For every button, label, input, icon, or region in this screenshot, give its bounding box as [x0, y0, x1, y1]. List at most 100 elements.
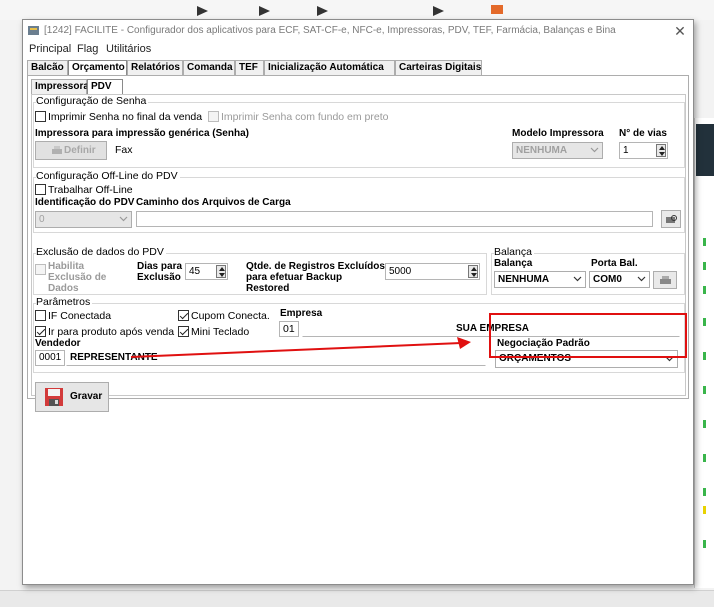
mini-teclado-checkbox[interactable] [178, 326, 189, 337]
impressora-generica-label: Impressora para impressão genérica (Senh… [35, 128, 249, 139]
caminho-arquivos-field[interactable] [136, 211, 653, 227]
imprimir-senha-final-checkbox[interactable] [35, 111, 46, 122]
tab-tef[interactable]: TEF [235, 60, 264, 75]
desktop-shortcut-icon [491, 5, 503, 14]
qtde-registros-label: Qtde. de Registros Excluídos para efetua… [246, 261, 385, 294]
dias-exclusao-label: Dias para Exclusão [137, 261, 183, 283]
status-marker [703, 318, 706, 326]
exclusao-group-title: Exclusão de dados do PDV [36, 246, 166, 258]
desktop-shortcut-icon [259, 6, 270, 16]
tab-carteiras-digitais[interactable]: Carteiras Digitais [395, 60, 482, 75]
numero-vias-label: N° de vias [619, 128, 667, 139]
tab-pdv[interactable]: PDV [87, 79, 123, 95]
printer-icon [52, 146, 62, 154]
modelo-impressora-value: NENHUMA [516, 145, 568, 156]
tab-balcao[interactable]: Balcão [27, 60, 68, 75]
annotation-arrow [130, 337, 471, 358]
status-marker [703, 238, 706, 246]
title-bar: [1242] FACILITE - Configurador dos aplic… [23, 20, 693, 42]
status-marker [703, 286, 706, 294]
impressora-generica-field[interactable]: Fax [111, 142, 507, 159]
balanca-select[interactable]: NENHUMA [494, 271, 586, 288]
identificacao-pdv-label: Identificação do PDV [35, 197, 135, 208]
imprimir-senha-fundo-checkbox[interactable] [208, 111, 219, 122]
status-marker [703, 506, 706, 514]
close-button[interactable]: ✕ [669, 21, 691, 41]
parametros-group-title: Parâmetros [36, 296, 93, 308]
dias-exclusao-value: 45 [189, 266, 201, 277]
background-dark-block [696, 124, 714, 176]
offline-group-title: Configuração Off-Line do PDV [36, 170, 180, 182]
modelo-impressora-label: Modelo Impressora [512, 128, 604, 139]
status-marker [703, 420, 706, 428]
desktop-shortcut-icon [433, 6, 444, 16]
cupom-conecta-checkbox[interactable] [178, 310, 189, 321]
dias-exclusao-spinner[interactable]: 45 [185, 263, 228, 280]
menu-bar: Principal Flag Utilitários [23, 42, 693, 58]
chevron-down-icon [573, 276, 582, 282]
status-marker [703, 454, 706, 462]
menu-principal[interactable]: Principal [29, 43, 71, 55]
tab-orcamento[interactable]: Orçamento [68, 60, 127, 76]
balanca-config-button[interactable] [653, 271, 677, 289]
imprimir-senha-fundo-label: Imprimir Senha com fundo em preto [221, 111, 389, 123]
status-marker [703, 262, 706, 270]
window-title: [1242] FACILITE - Configurador dos aplic… [44, 25, 616, 36]
configurador-window: [1242] FACILITE - Configurador dos aplic… [22, 19, 694, 585]
chevron-down-icon [119, 216, 128, 222]
porta-balanca-select[interactable]: COM0 [589, 271, 650, 288]
habilita-exclusao-checkbox[interactable] [35, 264, 46, 275]
balanca-label: Balança [494, 258, 533, 269]
desktop-shortcut-icon [317, 6, 328, 16]
empresa-code-field[interactable]: 01 [279, 321, 299, 337]
tab-comanda[interactable]: Comanda [183, 60, 235, 75]
chevron-down-icon [637, 276, 646, 282]
status-marker [703, 352, 706, 360]
senha-group-title: Configuração de Senha [36, 95, 149, 107]
porta-balanca-label: Porta Bal. [591, 258, 638, 269]
desktop-top-strip [0, 0, 714, 20]
identificacao-pdv-select[interactable]: 0 [35, 211, 132, 228]
taskbar [0, 590, 714, 607]
browse-folder-button[interactable] [661, 210, 681, 228]
app-icon [28, 26, 39, 35]
highlight-box [489, 313, 687, 358]
qtde-registros-value: 5000 [389, 266, 412, 277]
porta-balanca-value: COM0 [593, 274, 622, 285]
gravar-label: Gravar [70, 391, 103, 402]
tab-impressora[interactable]: Impressora [31, 79, 89, 94]
modelo-impressora-select[interactable]: NENHUMA [512, 142, 603, 159]
imprimir-senha-final-label: Imprimir Senha no final da venda [48, 111, 203, 123]
tab-inicializacao-automatica[interactable]: Inicialização Automática [264, 60, 395, 75]
spinner-arrows-icon[interactable] [468, 265, 478, 278]
vendedor-code-field[interactable]: 0001 [35, 350, 65, 366]
gravar-button[interactable]: Gravar [35, 382, 109, 412]
menu-utilitarios[interactable]: Utilitários [106, 43, 151, 55]
tab-relatorios[interactable]: Relatórios [127, 60, 183, 75]
floppy-disk-icon [45, 388, 63, 406]
caminho-arquivos-label: Caminho dos Arquivos de Carga [136, 197, 291, 208]
sub-tabs: Impressora PDV [31, 79, 231, 95]
menu-flag[interactable]: Flag [77, 43, 98, 55]
ir-produto-checkbox[interactable] [35, 326, 46, 337]
vendedor-label: Vendedor [35, 338, 81, 349]
balanca-group-title: Balança [494, 246, 534, 258]
status-marker [703, 386, 706, 394]
habilita-exclusao-label: Habilita Exclusão de Dados [48, 261, 107, 294]
spinner-arrows-icon[interactable] [216, 265, 226, 278]
empresa-label: Empresa [280, 308, 323, 319]
folder-search-icon [666, 215, 677, 223]
desktop-shortcut-icon [197, 6, 208, 16]
numero-vias-value: 1 [623, 145, 629, 156]
definir-button[interactable]: Definir [35, 141, 107, 160]
status-marker [703, 540, 706, 548]
if-conectada-checkbox[interactable] [35, 310, 46, 321]
status-marker [703, 488, 706, 496]
trabalhar-offline-checkbox[interactable] [35, 184, 46, 195]
qtde-registros-spinner[interactable]: 5000 [385, 263, 480, 280]
numero-vias-spinner[interactable]: 1 [619, 142, 668, 159]
cupom-conecta-label: Cupom Conecta. [191, 310, 270, 322]
spinner-arrows-icon[interactable] [656, 144, 666, 157]
balanca-value: NENHUMA [498, 274, 550, 285]
if-conectada-label: IF Conectada [48, 310, 112, 322]
